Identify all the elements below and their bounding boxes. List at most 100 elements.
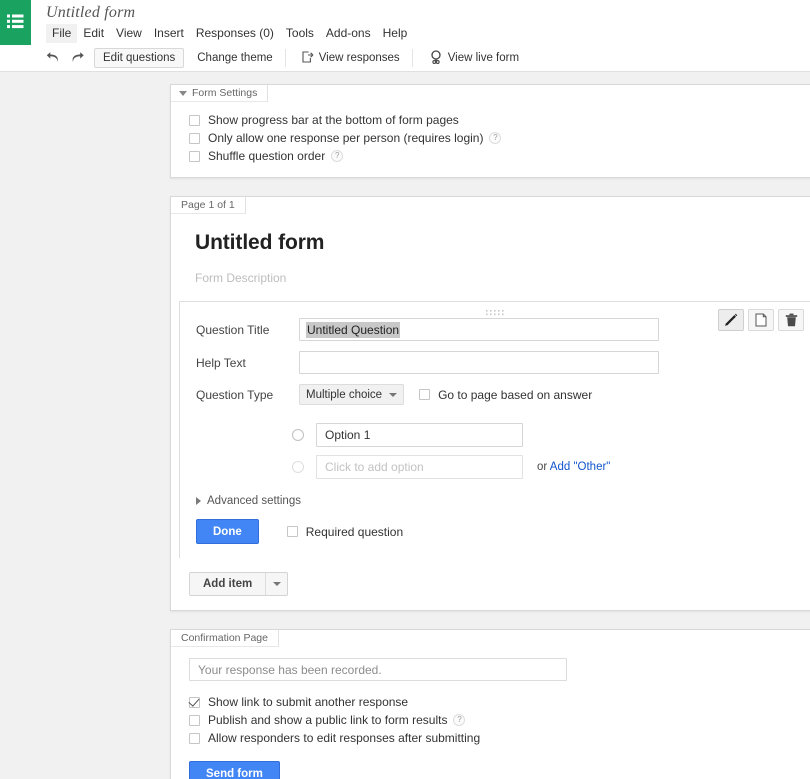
required-question-checkbox[interactable] (286, 526, 298, 537)
page-indicator-label: Page 1 of 1 (181, 199, 235, 211)
toolbar-divider-1 (284, 49, 286, 67)
undo-button[interactable] (42, 48, 64, 68)
confirmation-page-label-tab: Confirmation Page (171, 630, 279, 647)
question-title-input[interactable]: Untitled Question (299, 318, 659, 341)
help-text-label: Help Text (196, 355, 246, 370)
menu-help[interactable]: Help (377, 24, 414, 43)
page-indicator: Page 1 of 1 (171, 197, 246, 214)
form-title[interactable]: Untitled form (195, 231, 810, 255)
form-settings-toggle[interactable]: Form Settings (171, 85, 269, 102)
help-icon[interactable]: ? (489, 132, 502, 144)
option-show-submit-another-link[interactable]: Show link to submit another response (189, 693, 810, 711)
advanced-settings-label: Advanced settings (207, 495, 301, 507)
add-other-prefix: or (537, 461, 550, 473)
option-label: Show link to submit another response (208, 695, 409, 709)
confirmation-message-value: Your response has been recorded. (198, 662, 382, 677)
option-label: Only allow one response per person (requ… (208, 131, 484, 145)
menu-bar: File Edit View Insert Responses (0) Tool… (46, 23, 414, 43)
menu-responses[interactable]: Responses (0) (190, 24, 280, 43)
add-item-button[interactable]: Add item (189, 572, 289, 596)
option-radio[interactable] (292, 429, 304, 441)
duplicate-icon (755, 313, 766, 327)
help-icon[interactable]: ? (453, 714, 466, 726)
option-row-1: Option 1 (180, 423, 810, 447)
form-settings-tab-row: Form Settings (171, 84, 810, 102)
google-forms-logo[interactable] (0, 0, 31, 45)
help-text-input[interactable] (299, 351, 659, 374)
checkbox[interactable] (189, 732, 200, 744)
form-description[interactable]: Form Description (195, 271, 810, 285)
checkbox[interactable] (189, 132, 200, 144)
option-label: Show progress bar at the bottom of form … (208, 113, 459, 127)
add-other-link-wrap[interactable]: or Add "Other" (537, 461, 610, 473)
required-question-label: Required question (305, 524, 404, 539)
question-type-select[interactable]: Multiple choice (299, 384, 405, 405)
checkbox[interactable] (189, 696, 200, 708)
trash-icon (785, 313, 797, 327)
form-header: Untitled form Form Description (171, 213, 810, 301)
confirmation-page-card: Confirmation Page Your response has been… (170, 629, 810, 779)
confirmation-message-input[interactable]: Your response has been recorded. (189, 658, 567, 681)
send-form-button[interactable]: Send form (189, 761, 280, 779)
view-live-form-button[interactable]: View live form (420, 48, 528, 68)
option-input[interactable]: Option 1 (316, 423, 523, 447)
chevron-right-icon (196, 497, 201, 505)
chevron-down-icon (272, 582, 281, 586)
document-title[interactable]: Untitled form (46, 3, 413, 24)
view-live-form-label: View live form (447, 52, 520, 64)
add-item-dropdown[interactable] (265, 573, 287, 595)
app-header: Untitled form File Edit View Insert Resp… (0, 0, 810, 45)
option-one-response-per-person[interactable]: Only allow one response per person (requ… (189, 129, 810, 147)
edit-questions-tab[interactable]: Edit questions (94, 48, 185, 68)
goto-page-checkbox[interactable] (419, 389, 431, 400)
duplicate-question-button[interactable] (748, 309, 774, 331)
checkbox[interactable] (189, 114, 200, 126)
add-option-input[interactable]: Click to add option (316, 455, 523, 479)
change-theme-button[interactable]: Change theme (188, 48, 281, 68)
menu-file[interactable]: File (46, 23, 78, 43)
form-settings-options: Show progress bar at the bottom of form … (171, 101, 810, 177)
advanced-settings-toggle[interactable]: Advanced settings (180, 495, 810, 507)
help-icon[interactable]: ? (331, 150, 344, 162)
question-footer: Done Required question (180, 519, 810, 558)
confirmation-body: Your response has been recorded. Show li… (171, 646, 810, 779)
option-shuffle-question-order[interactable]: Shuffle question order ? (189, 147, 810, 165)
done-button[interactable]: Done (196, 519, 259, 544)
magnifier-icon (429, 49, 443, 67)
view-responses-button[interactable]: View responses (293, 48, 409, 68)
menu-edit[interactable]: Edit (77, 24, 110, 43)
forms-list-icon (7, 14, 24, 32)
delete-question-button[interactable] (778, 309, 804, 331)
option-allow-edit-responses[interactable]: Allow responders to edit responses after… (189, 729, 810, 747)
redo-button[interactable] (66, 48, 88, 68)
form-settings-card: Form Settings Show progress bar at the b… (170, 84, 810, 178)
checkbox[interactable] (189, 150, 200, 162)
option-row-2: Click to add option or Add "Other" (180, 455, 810, 479)
question-title-value: Untitled Question (306, 321, 401, 338)
chevron-down-icon (389, 392, 398, 397)
question-type-row: Question Type Multiple choice Go to page… (180, 384, 810, 405)
option-value: Option 1 (325, 428, 371, 442)
option-radio[interactable] (292, 461, 304, 473)
drag-dots-icon[interactable] (486, 306, 508, 316)
pencil-icon (725, 313, 738, 326)
menu-addons[interactable]: Add-ons (320, 24, 377, 43)
option-label: Publish and show a public link to form r… (208, 713, 448, 727)
send-form-wrap: Send form (189, 761, 810, 779)
menu-insert[interactable]: Insert (148, 24, 190, 43)
menu-tools[interactable]: Tools (280, 24, 320, 43)
question-type-value: Multiple choice (306, 388, 383, 401)
add-option-placeholder: Click to add option (325, 460, 424, 474)
option-label: Allow responders to edit responses after… (208, 731, 481, 745)
option-show-progress-bar[interactable]: Show progress bar at the bottom of form … (189, 111, 810, 129)
help-text-row: Help Text (180, 351, 810, 374)
checkbox[interactable] (189, 714, 200, 726)
edit-question-button[interactable] (718, 309, 744, 331)
chevron-down-icon (179, 90, 187, 96)
add-other-link[interactable]: Add "Other" (550, 461, 611, 473)
confirmation-tab-row: Confirmation Page (171, 629, 810, 647)
option-publish-public-link[interactable]: Publish and show a public link to form r… (189, 711, 810, 729)
question-title-label: Question Title (196, 322, 270, 337)
required-question-row[interactable]: Required question (286, 524, 404, 539)
menu-view[interactable]: View (110, 24, 148, 43)
